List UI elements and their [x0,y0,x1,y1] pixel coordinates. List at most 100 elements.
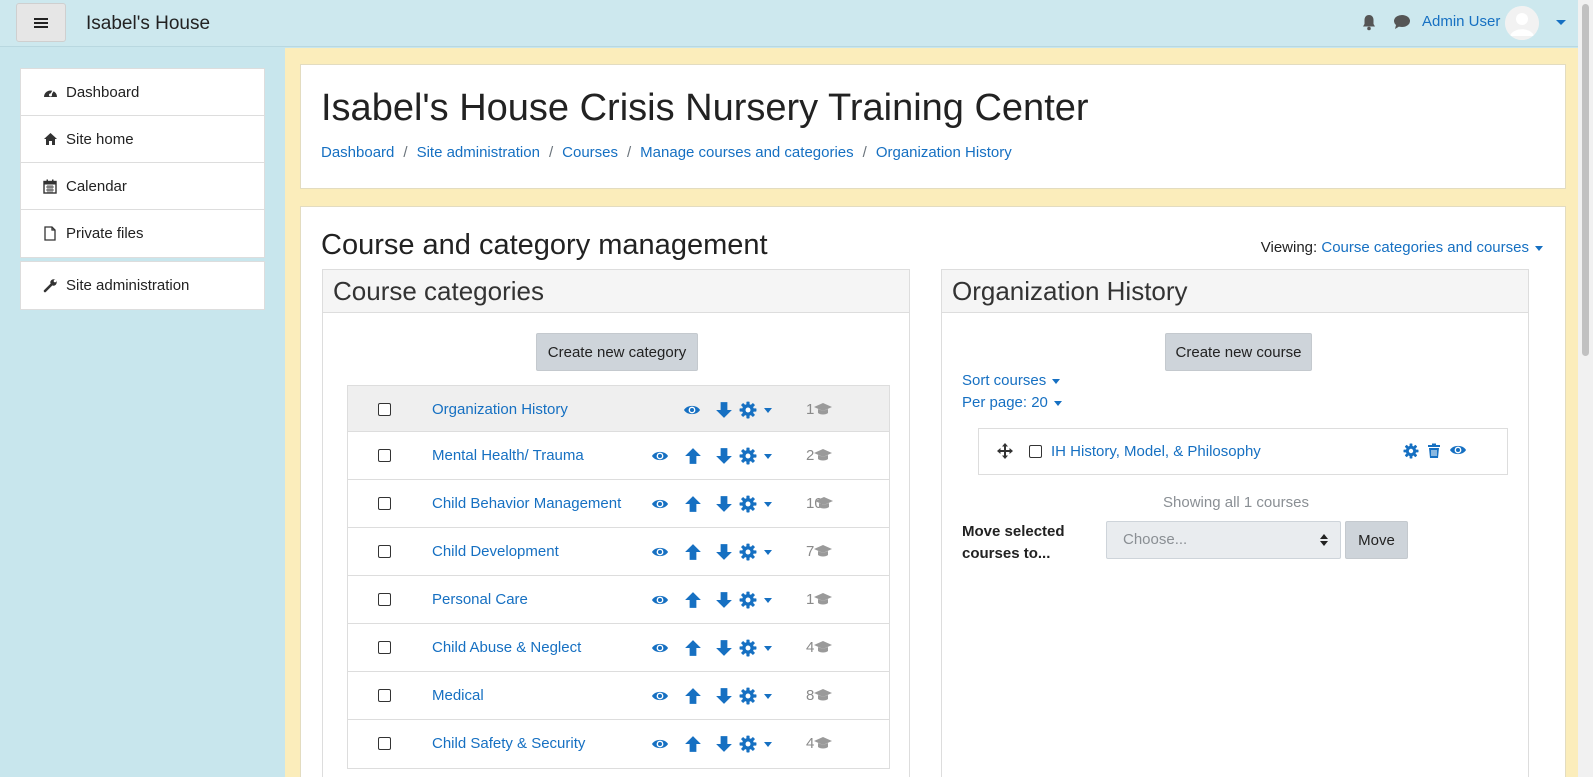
move-up-arrow-icon[interactable] [684,639,702,657]
move-arrows-icon[interactable] [997,443,1013,459]
gear-icon[interactable] [739,401,757,419]
eye-icon[interactable] [651,687,669,705]
breadcrumb-manage-courses[interactable]: Manage courses and categories [640,144,853,161]
move-down-arrow-icon[interactable] [715,401,733,419]
scrollbar[interactable] [1578,0,1593,777]
create-new-category-button[interactable]: Create new category [536,333,698,371]
course-name-link[interactable]: IH History, Model, & Philosophy [1051,443,1261,460]
chevron-down-icon[interactable] [764,694,772,699]
notifications-bell-icon[interactable] [1361,14,1377,31]
move-down-arrow-icon[interactable] [715,591,733,609]
category-select-checkbox[interactable] [378,545,391,558]
move-button[interactable]: Move [1345,521,1408,559]
gear-icon[interactable] [739,495,757,513]
sidebar-item-label: Site home [66,130,134,148]
gear-icon[interactable] [739,639,757,657]
sidebar-item-dashboard[interactable]: Dashboard [21,69,264,116]
chevron-down-icon[interactable] [764,742,772,747]
breadcrumb-courses[interactable]: Courses [562,144,618,161]
move-up-arrow-icon[interactable] [684,543,702,561]
gear-icon[interactable] [739,447,757,465]
sidebar-item-calendar[interactable]: Calendar [21,163,264,210]
move-courses-label: Move selected courses to... [962,523,1065,562]
viewing-label: Viewing: [1260,239,1318,256]
chevron-down-icon[interactable] [764,454,772,459]
category-select-checkbox[interactable] [378,593,391,606]
eye-icon[interactable] [683,401,701,419]
courses-panel-title: Organization History [942,270,1528,313]
move-destination-select[interactable]: Choose... [1106,521,1341,559]
site-name[interactable]: Isabel's House [86,13,210,35]
move-up-arrow-icon[interactable] [684,735,702,753]
breadcrumb-organization-history[interactable]: Organization History [876,144,1012,161]
gear-icon[interactable] [1403,443,1419,459]
trash-icon[interactable] [1427,443,1441,459]
breadcrumb-site-administration[interactable]: Site administration [417,144,540,161]
move-down-arrow-icon[interactable] [715,639,733,657]
category-name-link[interactable]: Child Development [432,543,559,560]
move-up-arrow-icon[interactable] [684,447,702,465]
move-down-arrow-icon[interactable] [715,495,733,513]
move-down-arrow-icon[interactable] [715,735,733,753]
category-select-checkbox[interactable] [378,403,391,416]
eye-icon[interactable] [651,639,669,657]
eye-icon[interactable] [651,495,669,513]
eye-icon[interactable] [1449,443,1467,457]
category-name-link[interactable]: Medical [432,687,484,704]
move-up-arrow-icon[interactable] [684,687,702,705]
chevron-down-icon[interactable] [764,550,772,555]
sidebar-item-site-administration[interactable]: Site administration [21,262,264,309]
category-select-checkbox[interactable] [378,737,391,750]
chevron-down-icon[interactable] [764,502,772,507]
move-up-arrow-icon[interactable] [684,591,702,609]
per-page-dropdown[interactable]: Per page: 20 [962,394,1062,411]
avatar[interactable] [1505,6,1539,40]
category-select-checkbox[interactable] [378,497,391,510]
category-select-checkbox[interactable] [378,641,391,654]
course-select-checkbox[interactable] [1029,445,1042,458]
sidebar-item-label: Private files [66,225,144,242]
scrollbar-thumb[interactable] [1582,4,1589,356]
breadcrumb-dashboard[interactable]: Dashboard [321,144,394,161]
eye-icon[interactable] [651,543,669,561]
category-name-link[interactable]: Mental Health/ Trauma [432,447,584,464]
chevron-down-icon[interactable] [1535,245,1543,251]
category-name-link[interactable]: Child Behavior Management [432,495,621,512]
category-select-checkbox[interactable] [378,689,391,702]
gear-icon[interactable] [739,687,757,705]
viewing-dropdown[interactable]: Course categories and courses [1321,239,1529,256]
sort-courses-dropdown[interactable]: Sort courses [962,372,1061,389]
breadcrumb: Dashboard / Site administration / Course… [321,144,1012,161]
gear-icon[interactable] [739,735,757,753]
move-down-arrow-icon[interactable] [715,447,733,465]
user-menu-chevron-down-icon[interactable] [1556,20,1566,25]
category-row: Child Behavior Management 10 [348,480,889,528]
chevron-down-icon[interactable] [764,598,772,603]
showing-count-text: Showing all 1 courses [1163,494,1309,511]
chevron-down-icon[interactable] [764,646,772,651]
sidebar-item-label: Site administration [66,277,190,294]
user-menu-name[interactable]: Admin User [1422,13,1500,30]
gear-icon[interactable] [739,543,757,561]
category-name-link[interactable]: Child Safety & Security [432,735,585,752]
move-down-arrow-icon[interactable] [715,543,733,561]
sidebar-item-site-home[interactable]: Site home [21,116,264,163]
category-name-link[interactable]: Personal Care [432,591,528,608]
menu-toggle-button[interactable] [16,3,66,42]
category-select-checkbox[interactable] [378,449,391,462]
eye-icon[interactable] [651,735,669,753]
move-up-arrow-icon[interactable] [684,495,702,513]
category-row: Child Abuse & Neglect 4 [348,624,889,672]
chevron-down-icon[interactable] [764,408,772,413]
gear-icon[interactable] [739,591,757,609]
messages-icon[interactable] [1393,14,1411,30]
create-new-course-button[interactable]: Create new course [1165,333,1312,371]
eye-icon[interactable] [651,447,669,465]
sidebar-item-private-files[interactable]: Private files [21,210,264,257]
category-name-link[interactable]: Child Abuse & Neglect [432,639,581,656]
select-placeholder: Choose... [1123,531,1188,548]
category-name-link[interactable]: Organization History [432,401,568,418]
eye-icon[interactable] [651,591,669,609]
move-down-arrow-icon[interactable] [715,687,733,705]
category-row: Mental Health/ Trauma 2 [348,432,889,480]
